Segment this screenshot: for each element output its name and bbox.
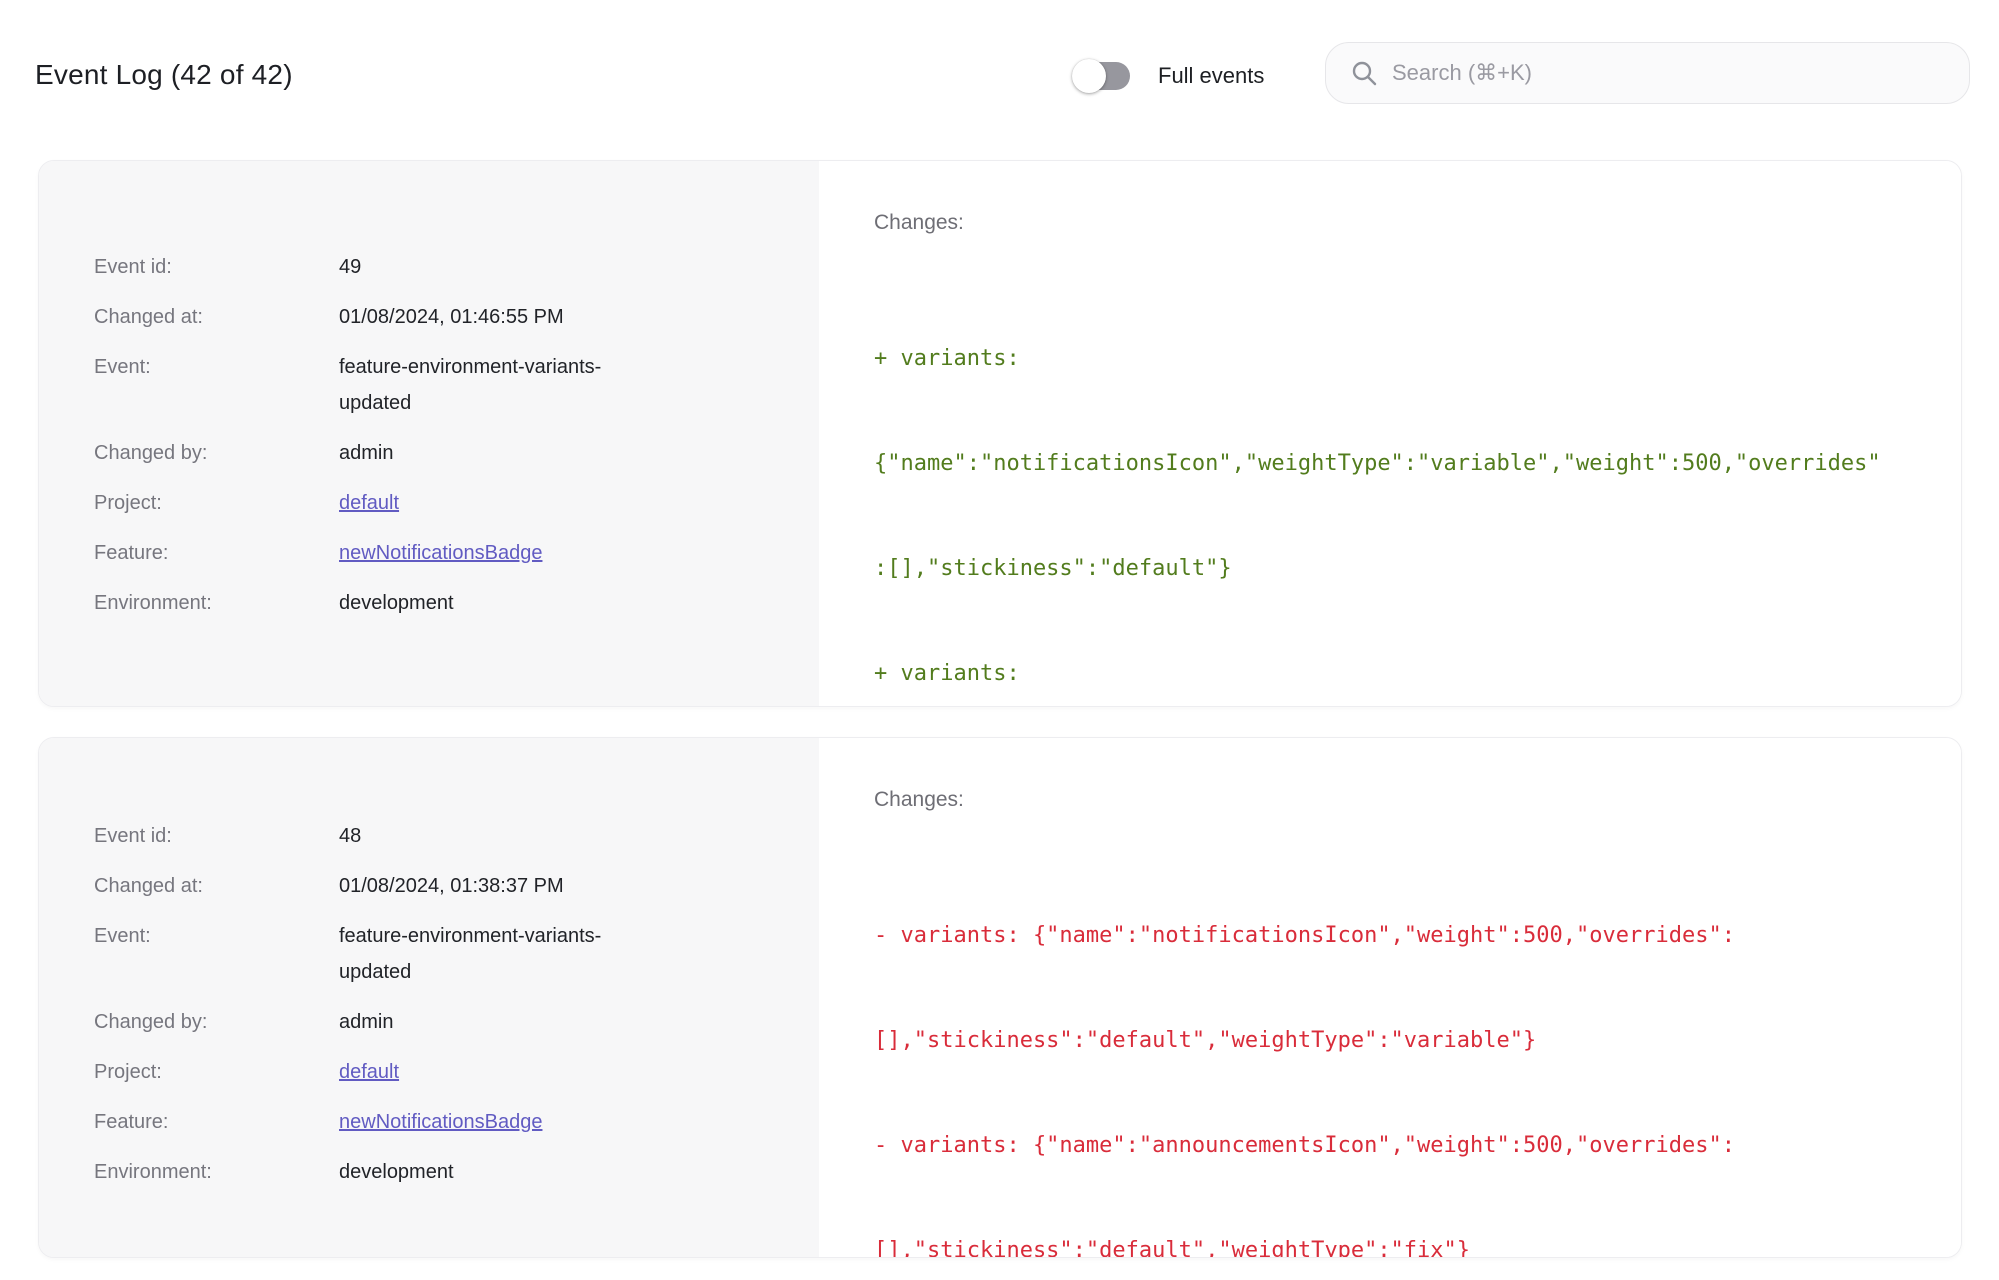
field-label: Event id: — [94, 825, 172, 847]
page-title: Event Log (42 of 42) — [35, 59, 293, 90]
field-row-event: Event: feature-environment-variants-upda… — [94, 918, 779, 990]
field-label: Project: — [94, 1061, 162, 1083]
field-value: 48 — [339, 825, 362, 847]
field-value: 01/08/2024, 01:38:37 PM — [339, 875, 564, 897]
event-card-49: Event id: 49 Changed at: 01/08/2024, 01:… — [38, 160, 1962, 707]
event-meta-panel: Event id: 49 Changed at: 01/08/2024, 01:… — [39, 161, 819, 706]
field-value: development — [339, 592, 454, 614]
project-link[interactable]: default — [339, 492, 399, 514]
field-label: Environment: — [94, 592, 212, 614]
field-row-changed-at: Changed at: 01/08/2024, 01:38:37 PM — [94, 868, 779, 904]
full-events-toggle-group: Full events — [1072, 58, 1264, 94]
project-link[interactable]: default — [339, 1061, 399, 1083]
field-row-changed-by: Changed by: admin — [94, 1004, 779, 1040]
field-row-feature: Feature: newNotificationsBadge — [94, 535, 779, 571]
event-meta-panel: Event id: 48 Changed at: 01/08/2024, 01:… — [39, 738, 819, 1257]
event-log-header: Event Log (42 of 42) Full events — [0, 0, 1999, 160]
field-value: feature-environment-variants-updated — [339, 925, 602, 983]
event-diff-deletion: - variants: {"name":"notificationsIcon",… — [874, 848, 1931, 1258]
field-value: admin — [339, 1011, 394, 1033]
changes-label: Changes: — [874, 788, 964, 811]
diff-line: [],"stickiness":"default","weightType":"… — [874, 1238, 1471, 1258]
field-value: development — [339, 1161, 454, 1183]
event-log-list: Event id: 49 Changed at: 01/08/2024, 01:… — [0, 160, 1999, 1258]
field-row-changed-at: Changed at: 01/08/2024, 01:46:55 PM — [94, 299, 779, 335]
field-row-event: Event: feature-environment-variants-upda… — [94, 349, 779, 421]
changes-label: Changes: — [874, 211, 964, 234]
field-label: Changed at: — [94, 875, 203, 897]
field-label: Feature: — [94, 542, 169, 564]
diff-line: [],"stickiness":"default","weightType":"… — [874, 1028, 1537, 1053]
diff-line: + variants: — [874, 661, 1020, 686]
field-value: 49 — [339, 256, 362, 278]
field-label: Event: — [94, 925, 151, 947]
field-row-environment: Environment: development — [94, 1154, 779, 1190]
diff-line: + variants: — [874, 346, 1020, 371]
event-diff-addition: + variants: {"name":"notificationsIcon",… — [874, 271, 1931, 706]
diff-line: {"name":"notificationsIcon","weightType"… — [874, 451, 1881, 476]
toggle-knob — [1072, 59, 1106, 93]
field-row-environment: Environment: development — [94, 585, 779, 621]
field-label: Project: — [94, 492, 162, 514]
field-row-feature: Feature: newNotificationsBadge — [94, 1104, 779, 1140]
field-label: Event: — [94, 356, 151, 378]
field-value: admin — [339, 442, 394, 464]
field-label: Event id: — [94, 256, 172, 278]
event-changes-panel: Changes: + variants: {"name":"notificati… — [819, 161, 1961, 706]
field-row-changed-by: Changed by: admin — [94, 435, 779, 471]
feature-link[interactable]: newNotificationsBadge — [339, 542, 542, 564]
field-value: feature-environment-variants-updated — [339, 356, 602, 414]
event-card-48: Event id: 48 Changed at: 01/08/2024, 01:… — [38, 737, 1962, 1258]
full-events-toggle[interactable] — [1072, 58, 1130, 94]
diff-line: - variants: {"name":"notificationsIcon",… — [874, 923, 1735, 948]
field-row-event-id: Event id: 48 — [94, 818, 779, 854]
field-label: Changed by: — [94, 442, 208, 464]
search-icon — [1350, 59, 1378, 87]
field-label: Changed at: — [94, 306, 203, 328]
field-row-project: Project: default — [94, 1054, 779, 1090]
diff-line: - variants: {"name":"announcementsIcon",… — [874, 1133, 1735, 1158]
field-label: Feature: — [94, 1111, 169, 1133]
field-label: Environment: — [94, 1161, 212, 1183]
full-events-label[interactable]: Full events — [1158, 63, 1264, 89]
field-label: Changed by: — [94, 1011, 208, 1033]
diff-line: :[],"stickiness":"default"} — [874, 556, 1232, 581]
field-row-project: Project: default — [94, 485, 779, 521]
feature-link[interactable]: newNotificationsBadge — [339, 1111, 542, 1133]
search-input[interactable] — [1392, 60, 1949, 86]
search-box[interactable] — [1325, 42, 1970, 104]
field-value: 01/08/2024, 01:46:55 PM — [339, 306, 564, 328]
event-changes-panel: Changes: - variants: {"name":"notificati… — [819, 738, 1961, 1258]
field-row-event-id: Event id: 49 — [94, 249, 779, 285]
